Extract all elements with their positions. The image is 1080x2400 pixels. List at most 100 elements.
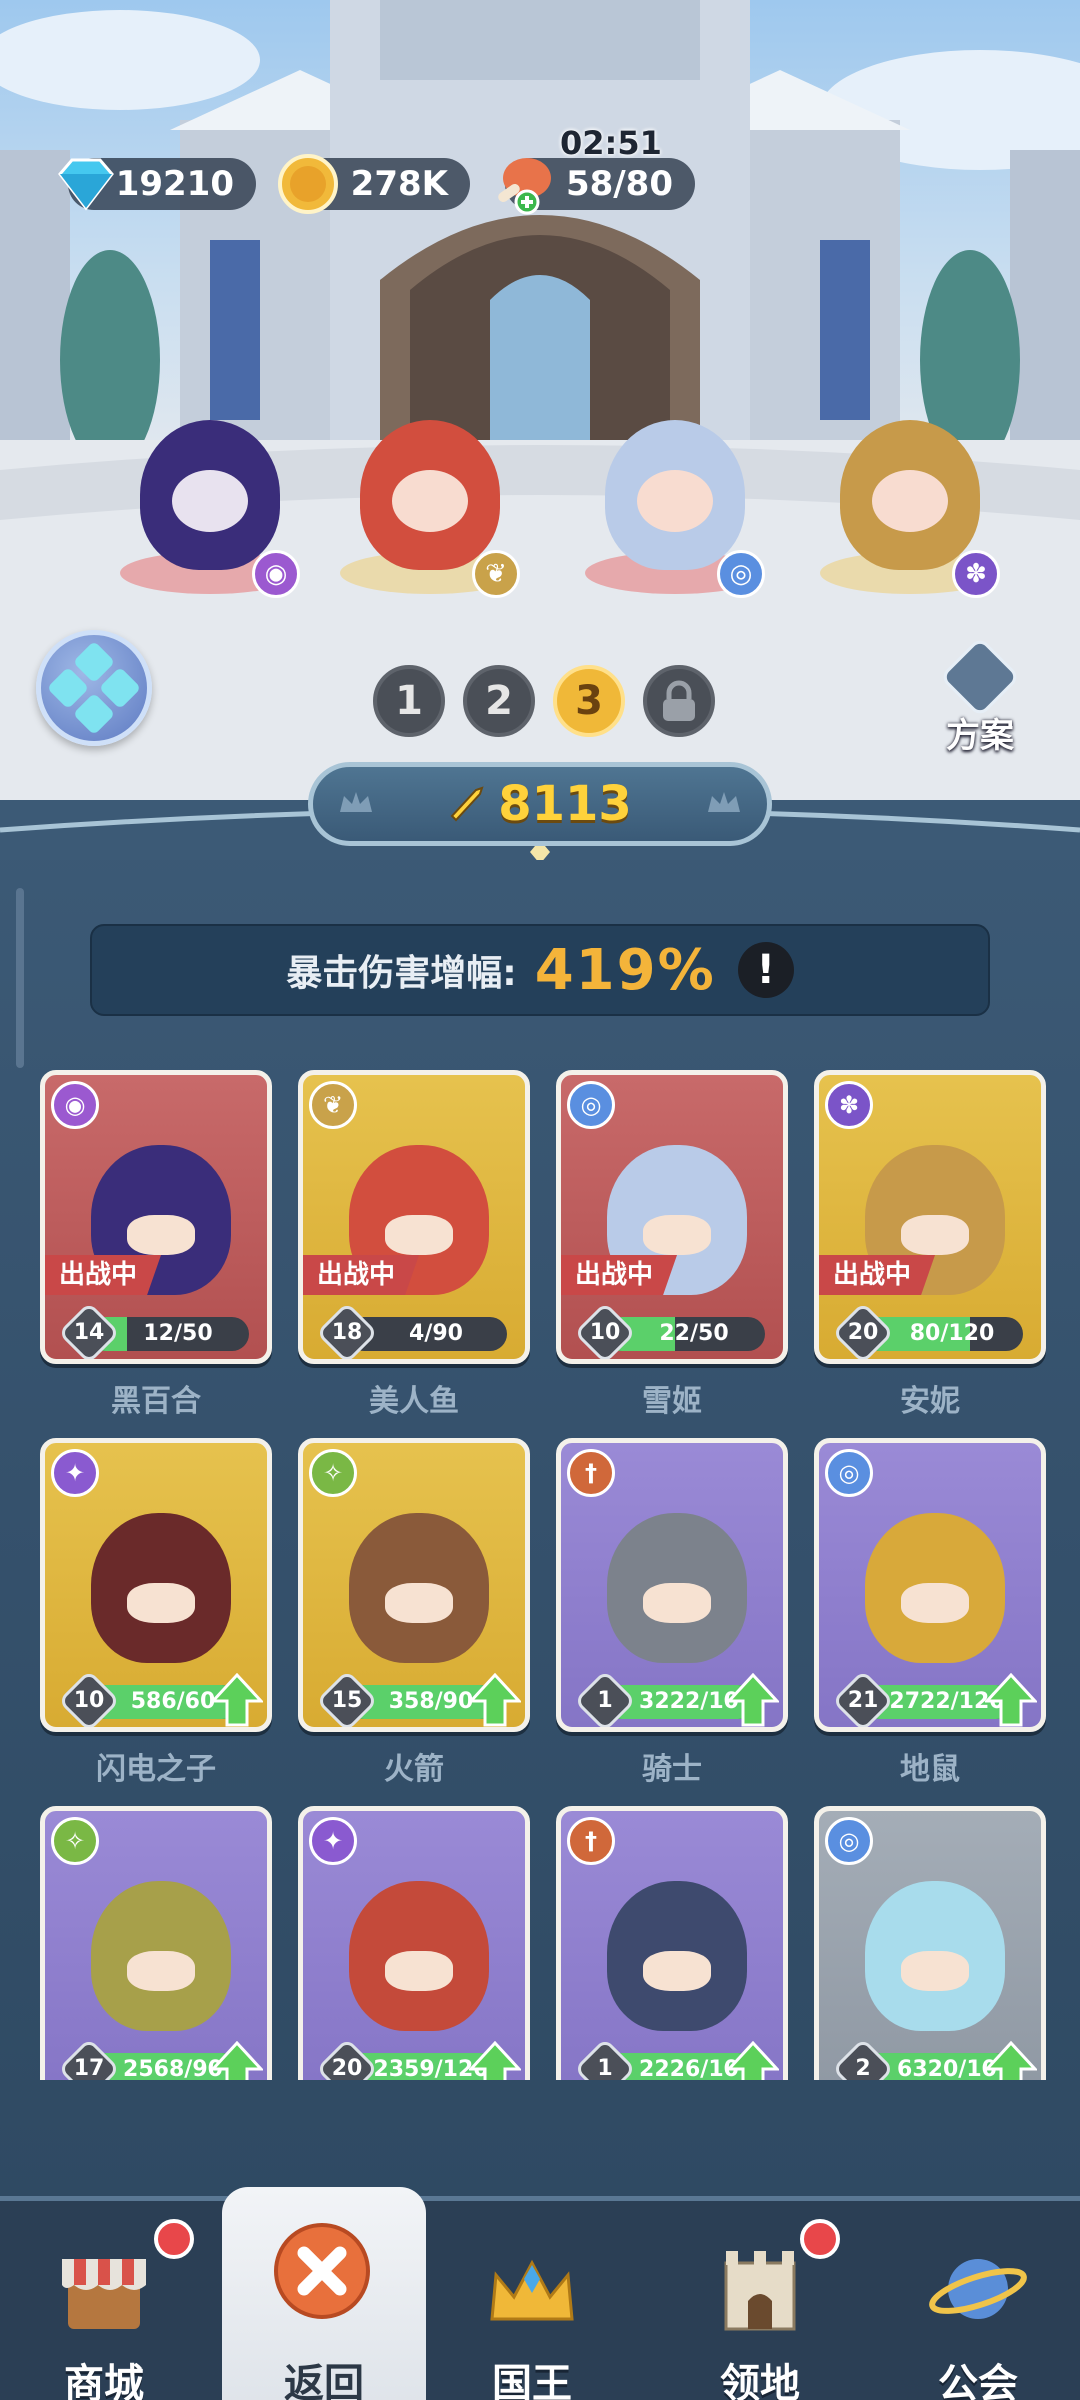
eye-icon: ◉: [252, 550, 300, 598]
upgrade-arrow-icon[interactable]: [985, 1673, 1037, 1727]
hero-level: 10: [573, 1301, 637, 1359]
upgrade-arrow-icon[interactable]: [469, 2041, 521, 2080]
upgrade-arrow-icon[interactable]: [727, 1673, 779, 1727]
upgrade-arrow-icon[interactable]: [727, 2041, 779, 2080]
hero-name: 闪电之子: [96, 1752, 216, 1787]
nav-guild[interactable]: 公会: [878, 2201, 1078, 2400]
castle-icon: [724, 2251, 796, 2331]
nav-shop[interactable]: 商城: [4, 2201, 204, 2400]
hero-portrait: [865, 1513, 1005, 1663]
notification-dot: [800, 2219, 840, 2259]
battle-scene: 19210 278K 58/80 02:51 ◉ ❦ ◎ ✽ 1 2 3 方案: [0, 0, 1080, 800]
stage-hero-2[interactable]: ❦: [330, 400, 530, 600]
plan-label: 方案: [946, 716, 1014, 756]
meat-icon: [498, 158, 551, 215]
dpad-down: [72, 692, 116, 736]
stamina-counter[interactable]: 58/80: [498, 158, 695, 215]
crit-damage-bonus: 暴击伤害增幅: 419% !: [90, 924, 990, 1016]
nav-back[interactable]: 返回: [222, 2187, 426, 2400]
stage-hero-4[interactable]: ✽: [810, 400, 1010, 600]
crown-icon: [490, 2259, 574, 2321]
hero-portrait: [865, 1881, 1005, 2031]
bottom-nav: 商城 返回 国王 领地 公会: [0, 2187, 1080, 2400]
gem-counter[interactable]: 19210: [58, 158, 256, 211]
hero-card[interactable]: ✦ 2359/120 20: [298, 1806, 530, 2080]
hero-level: 1: [573, 2037, 637, 2080]
planet-icon: [929, 2259, 1027, 2319]
upgrade-arrow-icon[interactable]: [985, 2041, 1037, 2080]
hero-name: 安妮: [900, 1384, 960, 1419]
nav-king-label: 国王: [492, 2361, 572, 2400]
stamina-value: 58/80: [565, 164, 673, 204]
stage-hero-1[interactable]: ◉: [110, 400, 310, 600]
hero-card[interactable]: † 2226/10 1: [556, 1806, 788, 2080]
team-slot-2[interactable]: 2: [463, 665, 535, 737]
team-slot-1[interactable]: 1: [373, 665, 445, 737]
gem-value: 19210: [115, 164, 234, 204]
crit-value: 419%: [534, 937, 716, 1003]
hero-level: 18: [315, 1301, 379, 1359]
deployed-badge: 出战中: [819, 1255, 936, 1295]
wing-icon: ❦: [472, 550, 520, 598]
sword-icon: †: [567, 1449, 615, 1497]
close-icon: [274, 2223, 370, 2319]
team-slot-locked[interactable]: [643, 665, 715, 737]
upgrade-arrow-icon[interactable]: [211, 1673, 263, 1727]
team-power: 8113: [308, 762, 772, 846]
nav-shop-label: 商城: [64, 2361, 144, 2400]
sword-power-icon: [450, 786, 484, 822]
hero-level: 15: [315, 1669, 379, 1727]
upgrade-arrow-icon[interactable]: [469, 1673, 521, 1727]
upgrade-arrow-icon[interactable]: [211, 2041, 263, 2080]
hero-card[interactable]: ❦ 出战中 4/90 18: [298, 1070, 530, 1364]
team-slot-3[interactable]: 3: [553, 665, 625, 737]
hero-card[interactable]: ◎ 6320/10 2: [814, 1806, 1046, 2080]
hero-portrait: [349, 1513, 489, 1663]
hero-card[interactable]: ✽ 出战中 80/120 20: [814, 1070, 1046, 1364]
paw-icon: ✽: [952, 550, 1000, 598]
hero-card[interactable]: ◎ 出战中 22/50 10: [556, 1070, 788, 1364]
crit-label: 暴击伤害增幅:: [286, 953, 517, 994]
coin-counter[interactable]: 278K: [278, 154, 470, 214]
swirl-icon: ◎: [825, 1817, 873, 1865]
hero-level: 20: [315, 2037, 379, 2080]
diamond-icon: [58, 158, 114, 211]
hero-name: 美人鱼: [369, 1384, 459, 1419]
crown-deco-icon: [708, 792, 740, 812]
hero-card[interactable]: ◎ 2722/120 21: [814, 1438, 1046, 1732]
star-icon: ✧: [51, 1817, 99, 1865]
stage-hero-3[interactable]: ◎: [575, 400, 775, 600]
stamina-timer: 02:51: [560, 124, 662, 162]
hero-portrait: [91, 1513, 231, 1663]
hero-level: 14: [57, 1301, 121, 1359]
hero-card[interactable]: † 3222/10 1: [556, 1438, 788, 1732]
hero-card[interactable]: ✦ 586/60 10: [40, 1438, 272, 1732]
nav-guild-label: 公会: [938, 2361, 1018, 2400]
swirl-icon: ◎: [717, 550, 765, 598]
hero-name: 火箭: [384, 1752, 444, 1787]
deployed-badge: 出战中: [45, 1255, 162, 1295]
hero-level: 1: [573, 1669, 637, 1727]
sword-icon: †: [567, 1817, 615, 1865]
hero-portrait: [607, 1881, 747, 2031]
hero-card[interactable]: ◉ 出战中 12/50 14: [40, 1070, 272, 1364]
shop-icon: [62, 2259, 146, 2329]
nav-territory-label: 领地: [720, 2361, 800, 2400]
hero-name: 雪姬: [642, 1384, 702, 1419]
hero-name: 骑士: [642, 1752, 702, 1787]
coin-value: 278K: [350, 164, 448, 204]
hero-portrait: [349, 1881, 489, 2031]
hero-card[interactable]: ✧ 2568/90 17: [40, 1806, 272, 2080]
info-button[interactable]: !: [737, 942, 794, 998]
hero-portrait: [607, 1513, 747, 1663]
formation-button[interactable]: [36, 630, 152, 746]
deployed-badge: 出战中: [561, 1255, 678, 1295]
nav-king[interactable]: 国王: [432, 2201, 632, 2400]
power-value: 8113: [498, 776, 632, 832]
paw-icon: ✽: [825, 1081, 873, 1129]
nav-territory[interactable]: 领地: [660, 2201, 860, 2400]
plan-button[interactable]: 方案: [939, 636, 1021, 757]
wand-icon: ✦: [309, 1817, 357, 1865]
hero-card[interactable]: ✧ 358/90 15: [298, 1438, 530, 1732]
scroll-indicator[interactable]: [16, 888, 24, 1068]
